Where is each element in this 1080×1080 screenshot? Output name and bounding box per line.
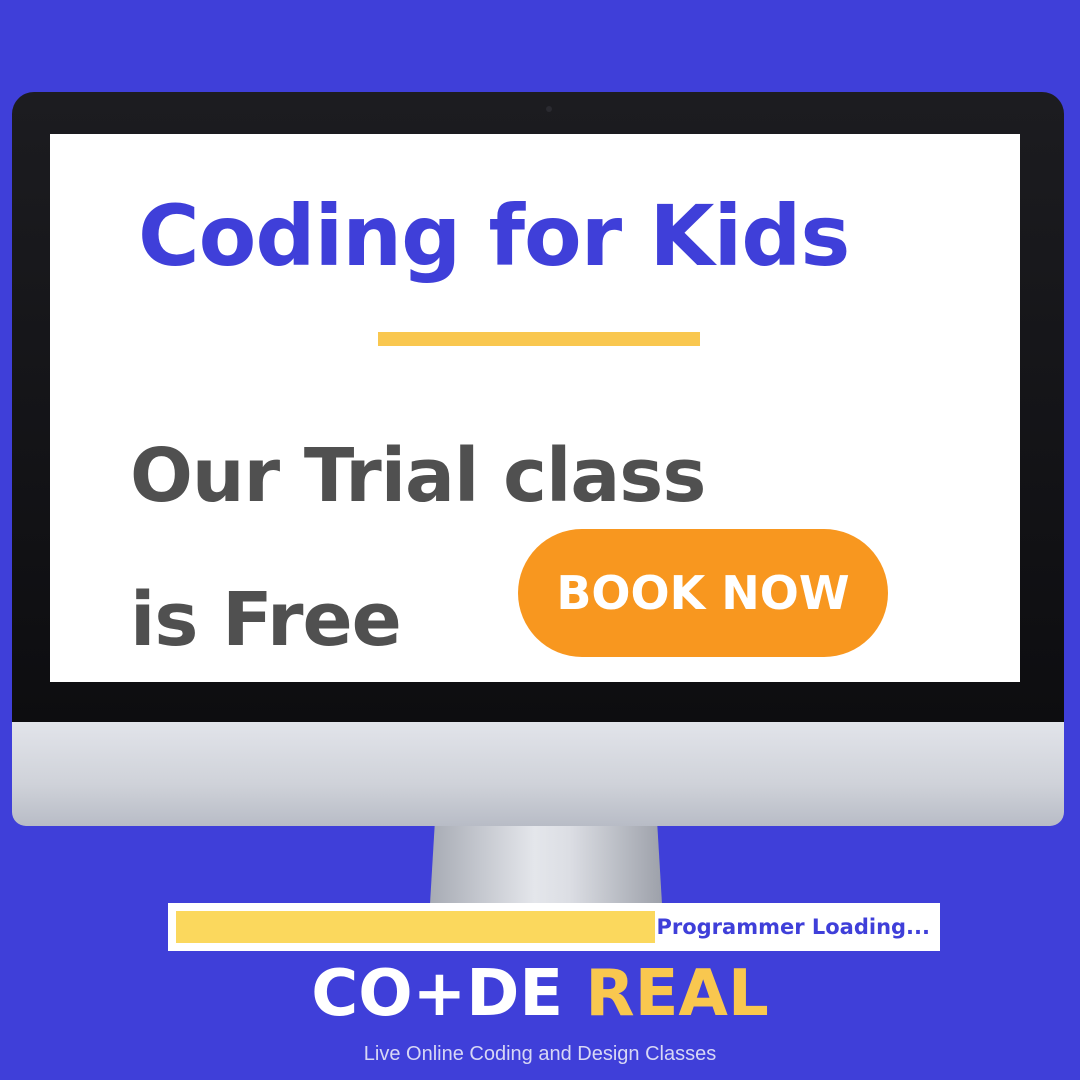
monitor-screen: Coding for Kids Our Trial class is Free … <box>50 134 1020 682</box>
camera-icon <box>546 106 552 112</box>
loading-label: Programmer Loading... <box>656 915 930 939</box>
monitor-chin <box>12 722 1064 826</box>
logo-part-2: REAL <box>585 957 769 1031</box>
yellow-divider <box>378 332 700 346</box>
logo-part-1: CO+DE <box>311 957 564 1031</box>
headline: Coding for Kids <box>138 187 850 285</box>
offer-line-1: Our Trial class <box>130 433 706 519</box>
loading-bar: Programmer Loading... <box>168 903 940 951</box>
loading-progress-fill <box>176 911 655 943</box>
brand-tagline: Live Online Coding and Design Classes <box>363 1043 717 1065</box>
monitor-bezel: Coding for Kids Our Trial class is Free … <box>12 92 1064 722</box>
book-now-button[interactable]: BOOK NOW <box>518 529 888 657</box>
monitor-stand <box>430 826 662 904</box>
brand-logo: CO+DE REAL <box>0 962 1080 1026</box>
